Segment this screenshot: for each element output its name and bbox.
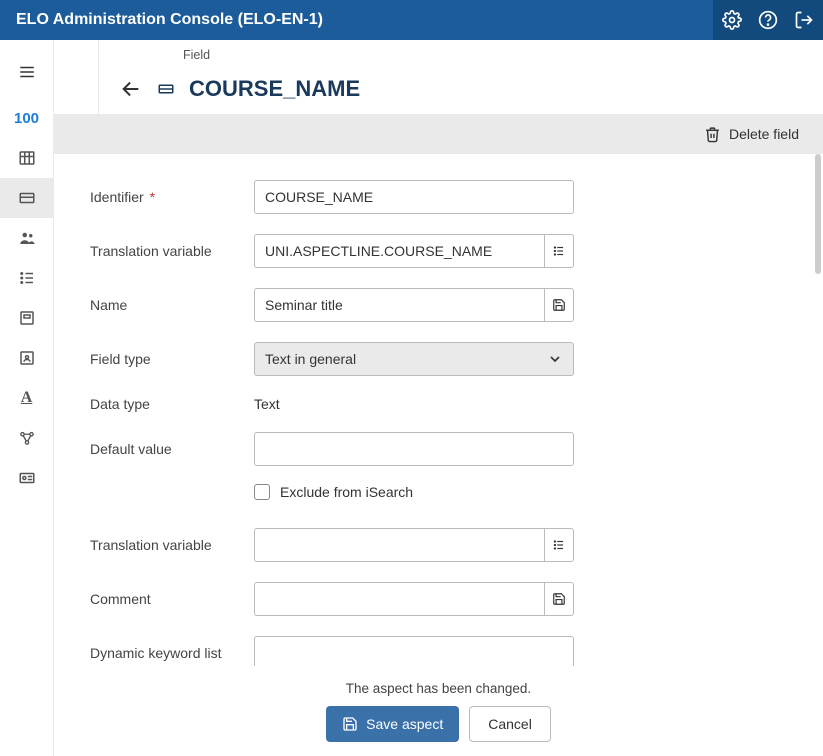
sidebar-item-users[interactable] bbox=[0, 218, 54, 258]
row-translation-var-1: Translation variable bbox=[90, 234, 787, 268]
top-header: ELO Administration Console (ELO-EN-1) bbox=[0, 0, 823, 40]
row-exclude-isearch: Exclude from iSearch bbox=[254, 484, 787, 500]
sidebar: 100 A bbox=[0, 40, 54, 756]
action-bar: Delete field bbox=[54, 114, 823, 154]
title-row: COURSE_NAME bbox=[98, 64, 823, 114]
delete-field-button[interactable]: Delete field bbox=[704, 126, 799, 143]
row-data-type: Data type Text bbox=[90, 396, 787, 412]
scrollbar[interactable] bbox=[815, 154, 821, 274]
help-icon[interactable] bbox=[757, 9, 779, 31]
translation-var-1-list-icon[interactable] bbox=[544, 234, 574, 268]
chevron-down-icon bbox=[547, 351, 563, 367]
cancel-button[interactable]: Cancel bbox=[469, 706, 551, 742]
name-save-icon[interactable] bbox=[544, 288, 574, 322]
dyn-keyword-input[interactable] bbox=[254, 636, 574, 666]
app-title: ELO Administration Console (ELO-EN-1) bbox=[16, 11, 323, 29]
comment-save-icon[interactable] bbox=[544, 582, 574, 616]
name-input[interactable] bbox=[254, 288, 544, 322]
sidebar-item-list[interactable] bbox=[0, 258, 54, 298]
footer: The aspect has been changed. Save aspect… bbox=[54, 666, 823, 756]
settings-icon[interactable] bbox=[721, 9, 743, 31]
label-name: Name bbox=[90, 297, 254, 313]
exclude-isearch-label: Exclude from iSearch bbox=[280, 484, 413, 500]
translation-var-2-list-icon[interactable] bbox=[544, 528, 574, 562]
save-icon bbox=[342, 716, 358, 732]
sidebar-item-card[interactable] bbox=[0, 178, 54, 218]
default-value-input[interactable] bbox=[254, 432, 574, 466]
row-dyn-keyword: Dynamic keyword list bbox=[90, 636, 787, 666]
breadcrumb-label: Field bbox=[183, 48, 210, 62]
delete-field-label: Delete field bbox=[729, 126, 799, 142]
comment-input[interactable] bbox=[254, 582, 544, 616]
sidebar-item-font[interactable]: A bbox=[0, 378, 54, 418]
row-field-type: Field type Text in general bbox=[90, 342, 787, 376]
field-icon bbox=[157, 80, 175, 98]
sidebar-item-box2[interactable] bbox=[0, 338, 54, 378]
status-message: The aspect has been changed. bbox=[54, 681, 823, 696]
cancel-label: Cancel bbox=[488, 716, 532, 732]
label-field-type: Field type bbox=[90, 351, 254, 367]
label-dyn-keyword: Dynamic keyword list bbox=[90, 645, 254, 661]
back-arrow-icon[interactable] bbox=[119, 77, 143, 101]
sidebar-item-id[interactable] bbox=[0, 458, 54, 498]
label-translation-var-2: Translation variable bbox=[90, 537, 254, 553]
sidebar-item-box1[interactable] bbox=[0, 298, 54, 338]
label-identifier: Identifier * bbox=[90, 189, 254, 205]
save-aspect-label: Save aspect bbox=[366, 716, 443, 732]
identifier-input[interactable] bbox=[254, 180, 574, 214]
row-name: Name bbox=[90, 288, 787, 322]
breadcrumb: Field bbox=[98, 40, 823, 64]
data-type-value: Text bbox=[254, 396, 280, 412]
translation-var-1-input[interactable] bbox=[254, 234, 544, 268]
sidebar-item-count[interactable]: 100 bbox=[0, 98, 54, 138]
row-translation-var-2: Translation variable bbox=[90, 528, 787, 562]
row-default-value: Default value bbox=[90, 432, 787, 466]
save-aspect-button[interactable]: Save aspect bbox=[326, 706, 459, 742]
menu-toggle-icon[interactable] bbox=[0, 52, 54, 92]
main-content: Field COURSE_NAME Delete field Identifie… bbox=[54, 40, 823, 756]
page-title: COURSE_NAME bbox=[189, 76, 360, 102]
footer-buttons: Save aspect Cancel bbox=[54, 706, 823, 742]
header-actions bbox=[713, 0, 823, 40]
sidebar-item-nodes[interactable] bbox=[0, 418, 54, 458]
label-comment: Comment bbox=[90, 591, 254, 607]
field-type-value: Text in general bbox=[265, 351, 356, 367]
label-data-type: Data type bbox=[90, 396, 254, 412]
label-translation-var-1: Translation variable bbox=[90, 243, 254, 259]
sidebar-item-table[interactable] bbox=[0, 138, 54, 178]
logout-icon[interactable] bbox=[793, 9, 815, 31]
exclude-isearch-checkbox[interactable] bbox=[254, 484, 270, 500]
translation-var-2-input[interactable] bbox=[254, 528, 544, 562]
form-area: Identifier * Translation variable Name bbox=[54, 154, 823, 666]
row-identifier: Identifier * bbox=[90, 180, 787, 214]
row-comment: Comment bbox=[90, 582, 787, 616]
field-type-select[interactable]: Text in general bbox=[254, 342, 574, 376]
label-default-value: Default value bbox=[90, 441, 254, 457]
